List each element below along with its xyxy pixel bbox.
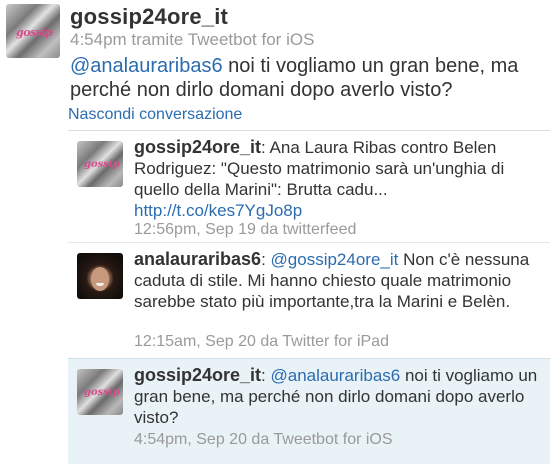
thread-tweet-mention[interactable]: @analauraribas6 (271, 366, 401, 385)
avatar-logo: gossip (84, 159, 120, 170)
main-tweet-mention[interactable]: @analauraribas6 (70, 55, 223, 77)
avatar[interactable]: gossip (77, 141, 123, 187)
thread-tweet-body: gossip24ore_it: @analauraribas6 noi ti v… (134, 365, 544, 428)
avatar-logo: gossip (84, 387, 120, 398)
main-tweet: gossip gossip24ore_it 4:54pm tramite Twe… (6, 4, 554, 110)
main-tweet-meta: 4:54pm tramite Tweetbot for iOS (70, 30, 315, 49)
thread-tweet-separator: : (261, 250, 271, 269)
thread-tweet-body: analauraribas6: @gossip24ore_it Non c'è … (134, 249, 544, 312)
thread-tweet-mention[interactable]: @gossip24ore_it (271, 250, 399, 269)
avatar[interactable]: gossip (77, 369, 123, 415)
thread-tweet-body: gossip24ore_it: Ana Laura Ribas contro B… (134, 137, 544, 221)
thread-tweet-link[interactable]: http://t.co/kes7YgJo8p (134, 200, 544, 221)
thread-tweet-separator: : (261, 366, 271, 385)
conversation-thread: gossip gossip24ore_it: Ana Laura Ribas c… (68, 130, 550, 464)
avatar[interactable] (77, 253, 123, 299)
avatar-face (91, 267, 109, 291)
thread-tweet[interactable]: gossip gossip24ore_it: Ana Laura Ribas c… (68, 130, 550, 242)
thread-tweet-meta: 12:56pm, Sep 19 da twitterfeed (134, 221, 357, 238)
main-tweet-text: @analauraribas6 noi ti vogliamo un gran … (70, 54, 550, 102)
thread-tweet-username[interactable]: gossip24ore_it (134, 365, 261, 385)
thread-tweet-meta: 12:15am, Sep 20 da Twitter for iPad (134, 333, 389, 350)
main-tweet-username[interactable]: gossip24ore_it (70, 4, 228, 30)
thread-tweet-selected[interactable]: gossip gossip24ore_it: @analauraribas6 n… (68, 358, 550, 464)
hide-conversation-link[interactable]: Nascondi conversazione (68, 106, 242, 124)
thread-tweet[interactable]: analauraribas6: @gossip24ore_it Non c'è … (68, 242, 550, 358)
avatar[interactable]: gossip (6, 4, 60, 58)
thread-tweet-username[interactable]: gossip24ore_it (134, 137, 261, 157)
thread-tweet-username[interactable]: analauraribas6 (134, 249, 261, 269)
avatar-logo: gossip (16, 26, 53, 39)
thread-tweet-meta: 4:54pm, Sep 20 da Tweetbot for iOS (134, 431, 393, 448)
